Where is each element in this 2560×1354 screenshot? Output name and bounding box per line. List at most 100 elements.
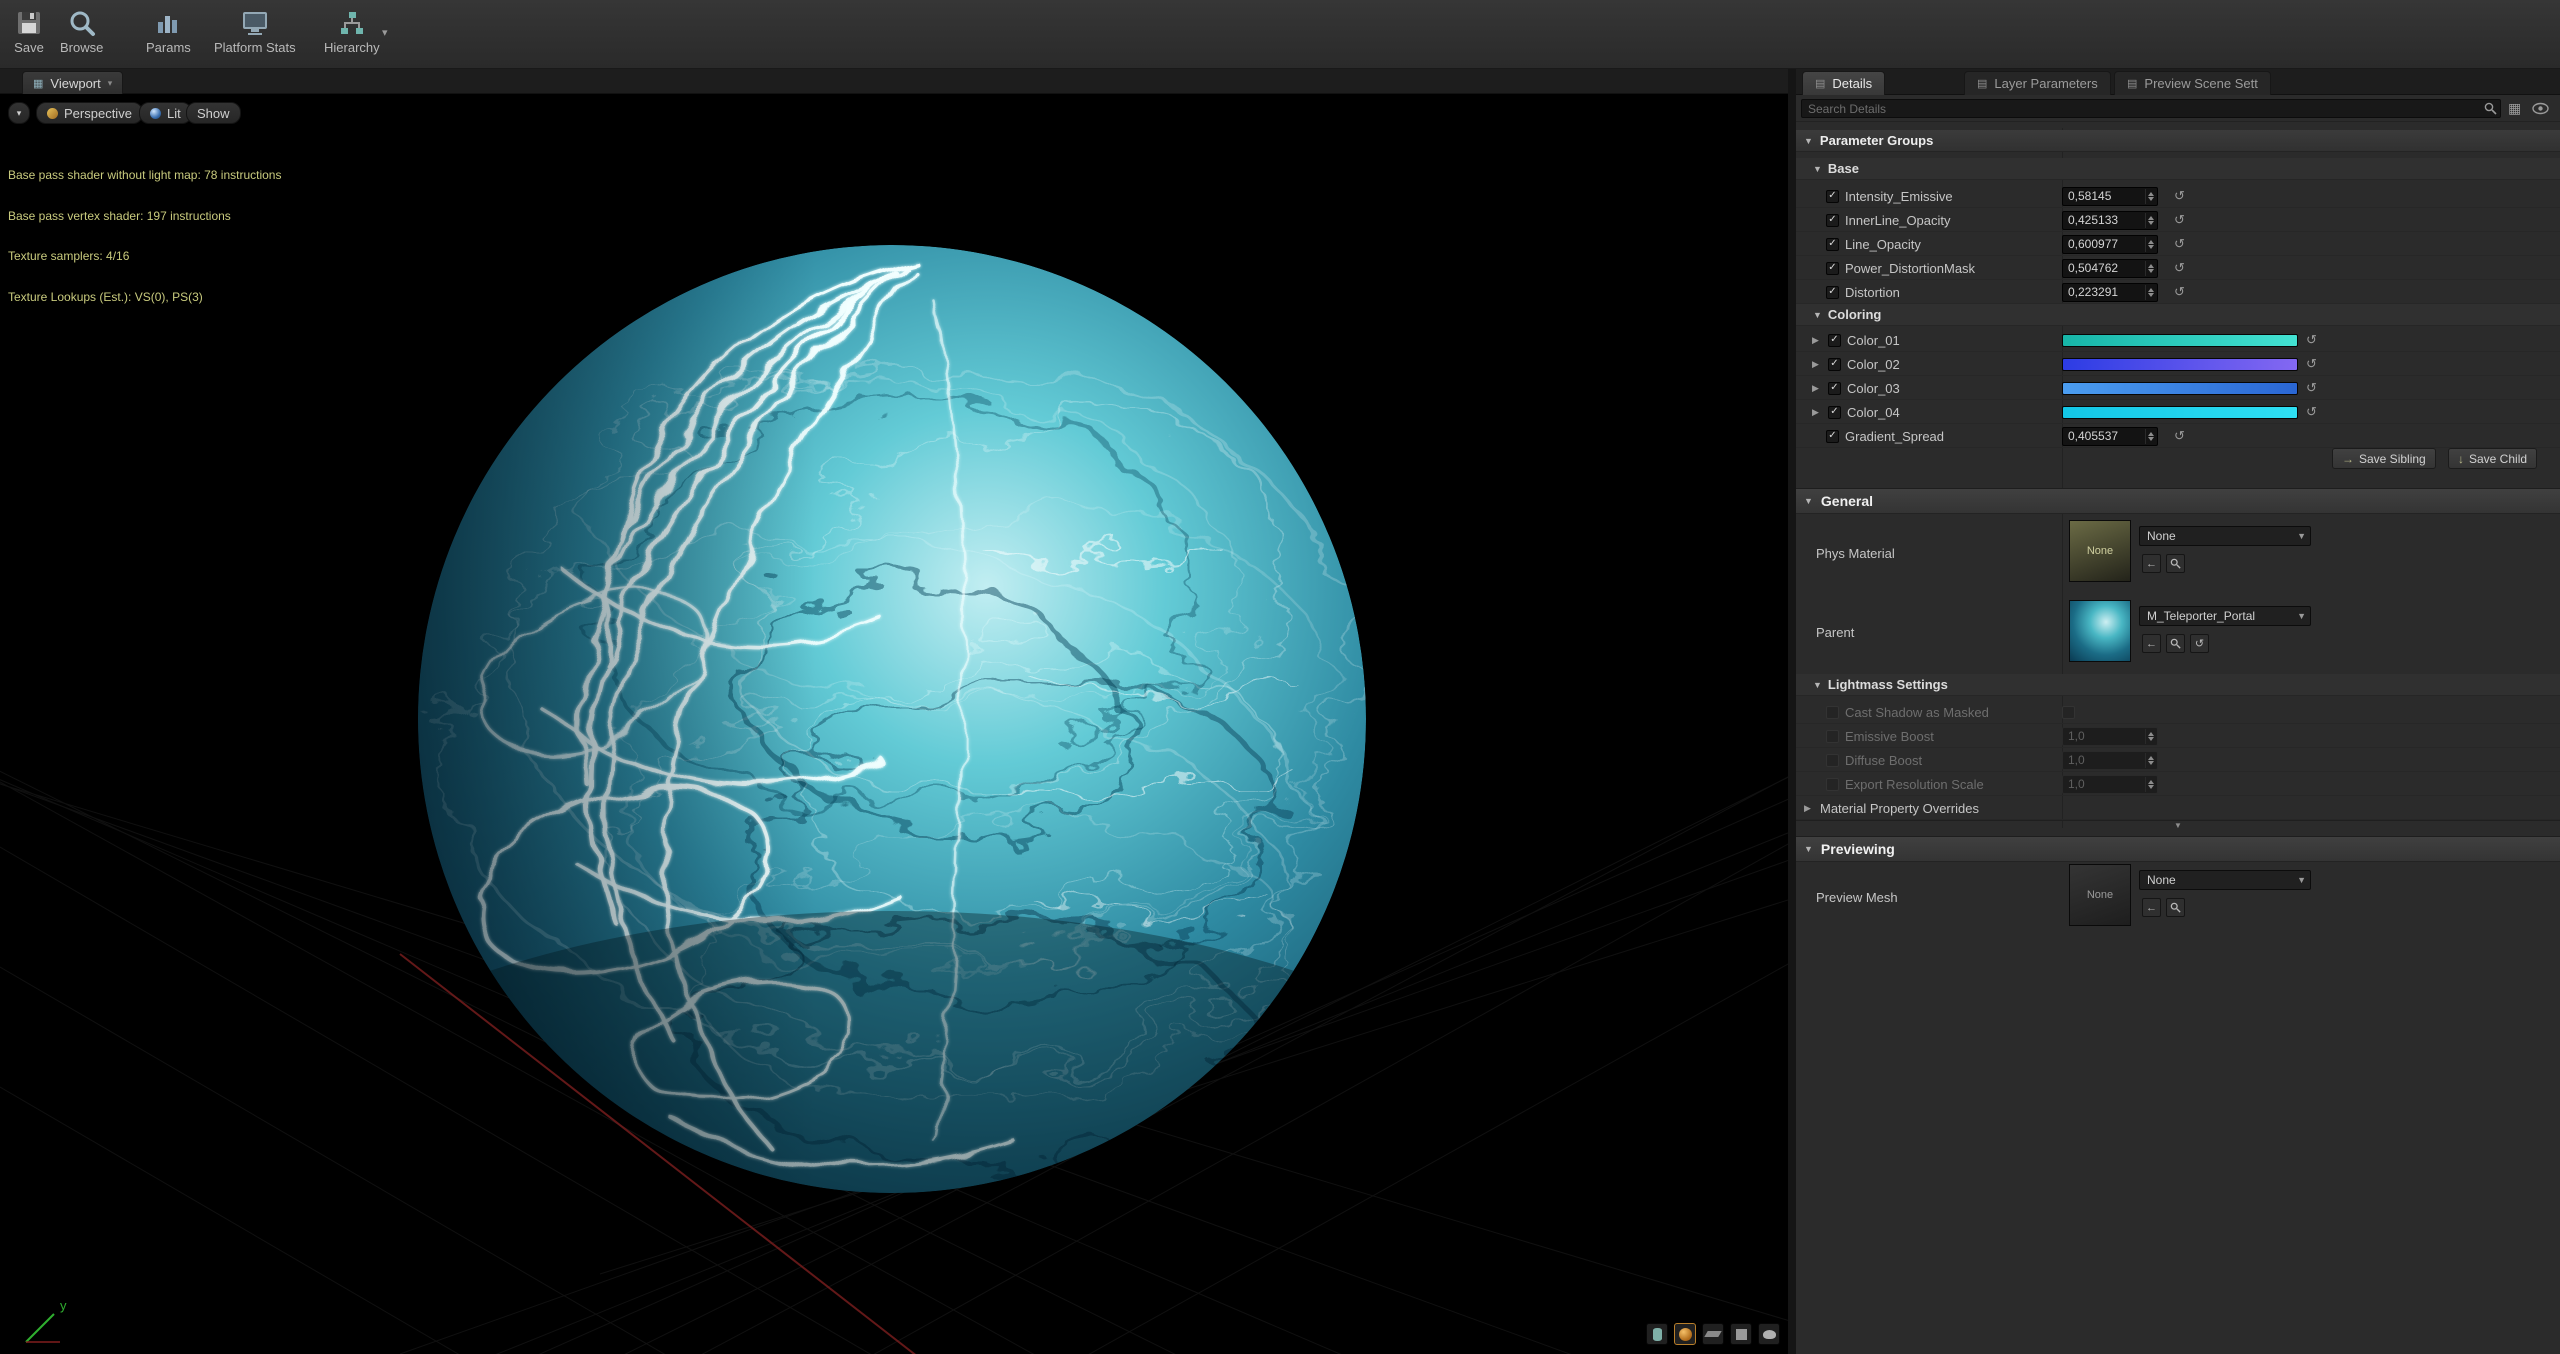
reset-to-default-icon[interactable]: ↺ [2174,188,2185,204]
parameter-groups-header[interactable]: ▼ Parameter Groups [1796,130,2560,152]
hierarchy-dropdown-caret[interactable]: ▾ [382,26,388,39]
viewport-tab[interactable]: ▦ Viewport ▾ [22,71,124,94]
lit-button[interactable]: Lit [139,102,192,124]
tab-details[interactable]: ▤ Details [1802,71,1886,95]
browse-button[interactable]: Browse [54,4,109,64]
color-swatch[interactable] [2062,381,2298,395]
params-button[interactable]: Params [140,4,197,64]
reset-to-default-icon[interactable]: ↺ [2174,284,2185,300]
preview-mesh-thumbnail[interactable]: None [2069,864,2131,926]
param-checkbox-disabled[interactable] [1826,753,1839,767]
param-checkbox[interactable]: ✓ [1826,237,1839,251]
show-button[interactable]: Show [186,102,241,124]
param-label: Intensity_Emissive [1845,188,1953,204]
coloring-group-header[interactable]: ▼ Coloring [1796,304,2560,326]
tab-layer-parameters[interactable]: ▤ Layer Parameters [1964,71,2111,95]
cube-preview-button[interactable] [1730,1323,1752,1345]
param-value-input[interactable]: 0,58145 [2062,186,2158,206]
param-checkbox-disabled[interactable] [1826,705,1839,719]
parent-browse-icon[interactable] [2166,634,2185,653]
perspective-button[interactable]: Perspective [36,102,143,124]
material-preview-sphere[interactable] [414,241,1370,1197]
spinner-icon[interactable] [2145,188,2156,204]
reset-to-default-icon[interactable]: ↺ [2174,260,2185,276]
expander-icon[interactable]: ▶ [1812,383,1822,394]
display-filter-icon[interactable]: ▦ [2508,100,2521,117]
reset-to-default-icon[interactable]: ↺ [2174,236,2185,252]
save-child-button[interactable]: ↓ Save Child [2448,448,2538,469]
teapot-preview-button[interactable] [1758,1323,1780,1345]
preview-scene-tab-label: Preview Scene Sett [2144,76,2258,91]
color-swatch[interactable] [2062,357,2298,371]
reset-to-default-icon[interactable]: ↺ [2306,404,2317,420]
param-checkbox[interactable]: ✓ [1826,285,1839,299]
viewport-options-button[interactable]: ▾ [8,102,30,124]
phys-browse-icon[interactable] [2166,554,2185,573]
cylinder-preview-button[interactable] [1646,1323,1668,1345]
param-checkbox[interactable]: ✓ [1828,333,1841,347]
parent-use-selected-icon[interactable]: ← [2142,634,2161,653]
base-group-header[interactable]: ▼ Base [1796,158,2560,180]
reset-to-default-icon[interactable]: ↺ [2174,428,2185,444]
general-section-header[interactable]: ▼ General [1796,488,2560,514]
param-value-input[interactable]: 0,504762 [2062,258,2158,278]
expander-icon[interactable]: ▶ [1812,359,1822,370]
param-checkbox-disabled[interactable] [1826,777,1839,791]
param-checkbox[interactable]: ✓ [1826,429,1839,443]
save-button[interactable]: Save [6,4,52,64]
previewing-section-header[interactable]: ▼ Previewing [1796,836,2560,862]
plane-preview-button[interactable] [1702,1323,1724,1345]
search-input[interactable] [1801,99,2501,118]
param-value-input[interactable]: 0,600977 [2062,234,2158,254]
param-checkbox[interactable]: ✓ [1828,357,1841,371]
mesh-browse-icon[interactable] [2166,898,2185,917]
param-value-input[interactable]: 0,425133 [2062,210,2158,230]
spinner-icon[interactable] [2145,236,2156,252]
spinner-icon[interactable] [2145,260,2156,276]
param-checkbox[interactable]: ✓ [1826,189,1839,203]
color-swatch[interactable] [2062,333,2298,347]
parent-dropdown[interactable]: M_Teleporter_Portal ▼ [2139,606,2311,626]
save-sibling-button[interactable]: → Save Sibling [2332,448,2436,469]
platform-stats-icon [238,6,272,40]
param-checkbox[interactable]: ✓ [1828,381,1841,395]
sphere-preview-button[interactable] [1674,1323,1696,1345]
spinner-icon[interactable] [2145,212,2156,228]
reset-to-default-icon[interactable]: ↺ [2306,356,2317,372]
panel-splitter[interactable] [1788,69,1796,1354]
param-checkbox[interactable]: ✓ [1826,213,1839,227]
value-checkbox[interactable] [2062,705,2075,719]
viewport-tab-caret[interactable]: ▾ [108,78,113,89]
lightmass-settings-header[interactable]: ▼ Lightmass Settings [1796,674,2560,696]
reset-to-default-icon[interactable]: ↺ [2174,212,2185,228]
details-tab-icon: ▤ [1815,78,1826,90]
preview-mesh-dropdown[interactable]: None ▼ [2139,870,2311,890]
param-value-input[interactable]: 0,223291 [2062,282,2158,302]
viewport-3d[interactable]: ▾ Perspective Lit Show Base pass shader … [0,94,1788,1354]
phys-use-selected-icon[interactable]: ← [2142,554,2161,573]
expander-icon[interactable]: ▶ [1812,335,1822,346]
mesh-use-selected-icon[interactable]: ← [2142,898,2161,917]
parent-material-thumbnail[interactable] [2069,600,2131,662]
param-checkbox[interactable]: ✓ [1826,261,1839,275]
expander-icon[interactable]: ▶ [1812,407,1822,418]
reset-to-default-icon[interactable]: ↺ [2306,380,2317,396]
parent-reset-icon[interactable]: ↺ [2190,634,2209,653]
spinner-icon[interactable] [2145,284,2156,300]
reset-to-default-icon[interactable]: ↺ [2306,332,2317,348]
spinner-icon[interactable] [2145,428,2156,444]
view-options-eye-icon[interactable] [2532,102,2549,115]
platform-stats-button[interactable]: Platform Stats [208,4,302,64]
hierarchy-button[interactable]: Hierarchy [318,4,386,64]
param-value-input[interactable]: 0,405537 [2062,426,2158,446]
param-checkbox[interactable]: ✓ [1828,405,1841,419]
material-property-overrides-row[interactable]: ▶ Material Property Overrides [1796,796,2560,820]
save-child-icon: ↓ [2458,451,2464,466]
color-swatch[interactable] [2062,405,2298,419]
phys-material-dropdown[interactable]: None ▼ [2139,526,2311,546]
tab-preview-scene-settings[interactable]: ▤ Preview Scene Sett [2114,71,2271,95]
param-checkbox-disabled[interactable] [1826,729,1839,743]
phys-material-thumbnail[interactable]: None [2069,520,2131,582]
section-splitter[interactable]: ▼ [1796,820,2560,832]
expander-icon[interactable]: ▶ [1804,803,1814,814]
